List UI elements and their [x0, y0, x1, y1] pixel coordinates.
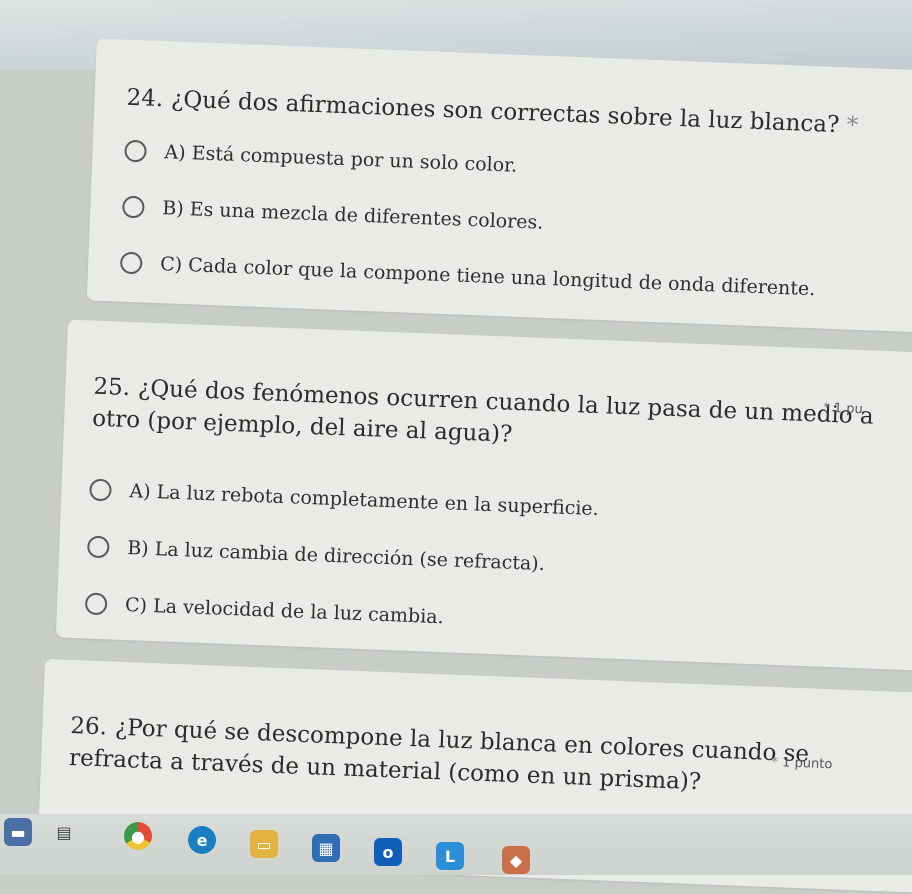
- question-26-points: * 1 punto: [771, 755, 832, 772]
- radio-button[interactable]: [119, 251, 143, 275]
- question-number: 26.: [69, 713, 108, 741]
- required-asterisk: *: [822, 400, 830, 416]
- required-asterisk: *: [771, 754, 779, 771]
- edge-icon[interactable]: e: [188, 826, 216, 854]
- file-explorer-icon[interactable]: ▭: [250, 830, 278, 858]
- form-page: 24. ¿Qué dos afirmaciones son correctas s…: [0, 6, 912, 894]
- question-25-points: * 1 pu: [823, 401, 863, 418]
- chrome-icon[interactable]: ●: [124, 822, 152, 850]
- radio-button[interactable]: [89, 478, 112, 502]
- points-value: 1 punto: [781, 755, 833, 773]
- option-letter: C): [159, 253, 183, 276]
- radio-button[interactable]: [86, 535, 110, 559]
- radio-button[interactable]: [124, 139, 147, 163]
- option-letter: A): [164, 141, 187, 164]
- question-number: 25.: [92, 373, 131, 402]
- points-value: 1 pu: [833, 401, 863, 418]
- option-letter: C): [124, 594, 148, 617]
- radio-button[interactable]: [121, 195, 145, 219]
- store-icon[interactable]: ▦: [312, 834, 340, 862]
- task-view-icon[interactable]: ▤: [50, 818, 78, 846]
- option-letter: B): [161, 197, 185, 220]
- taskbar: ▬ ▤ ● e ▭ ▦ o L ◆: [0, 814, 912, 875]
- question-number: 24.: [126, 84, 164, 113]
- radio-button[interactable]: [84, 592, 108, 616]
- outlook-icon[interactable]: o: [374, 838, 402, 866]
- l-app-icon[interactable]: L: [436, 842, 464, 870]
- app-icon[interactable]: ◆: [502, 846, 530, 874]
- photos-icon[interactable]: ▬: [4, 818, 32, 846]
- required-asterisk: *: [846, 112, 859, 139]
- option-letter: B): [126, 537, 150, 560]
- option-letter: A): [129, 480, 152, 503]
